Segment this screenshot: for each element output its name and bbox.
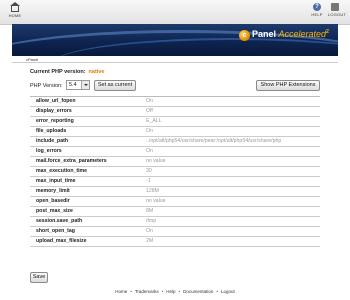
setting-row: display_errors Off xyxy=(30,106,320,117)
setting-row: mail.force_extra_parameters no value xyxy=(30,156,320,167)
save-button[interactable]: Save xyxy=(30,272,48,283)
logo-product: Accelerated xyxy=(278,29,327,39)
cpanel-logo-icon: c xyxy=(239,30,250,41)
setting-row: error_reporting E_ALL xyxy=(30,116,320,127)
setting-row: max_execution_time 30 xyxy=(30,166,320,177)
setting-value[interactable]: 30 xyxy=(146,166,320,177)
setting-value[interactable]: On xyxy=(146,96,320,107)
logout-icon xyxy=(331,3,339,11)
setting-name: memory_limit xyxy=(30,186,146,197)
help-button[interactable]: ? HELP xyxy=(310,3,324,17)
set-as-current-button[interactable]: Set as current xyxy=(94,80,136,91)
chevron-down-icon xyxy=(81,81,89,89)
home-icon xyxy=(10,2,20,12)
cpanel-logo-text: Panel Accelerated2 xyxy=(252,29,329,39)
setting-row: post_max_size 8M xyxy=(30,206,320,217)
php-version-select[interactable]: 5.4 xyxy=(66,80,90,90)
setting-name: post_max_size xyxy=(30,206,146,217)
footer-separator: • xyxy=(216,289,218,294)
footer-link-documentation[interactable]: Documentation xyxy=(183,289,213,294)
setting-row: session.save_path/tmp xyxy=(30,216,320,227)
setting-value[interactable]: no value xyxy=(146,196,320,207)
setting-name: session.save_path xyxy=(30,216,146,227)
footer-separator: • xyxy=(130,289,132,294)
setting-value[interactable]: E_ALL xyxy=(146,116,320,127)
setting-value[interactable]: ../opt/alt/php54/usr/share/pear:/opt/alt… xyxy=(146,136,320,147)
footer-separator: • xyxy=(178,289,181,294)
setting-value[interactable]: On xyxy=(146,146,320,157)
setting-name: max_execution_time xyxy=(30,166,146,177)
setting-name: file_uploads xyxy=(30,126,146,137)
footer-separator: • xyxy=(161,289,164,294)
setting-value[interactable]: /tmp xyxy=(146,216,320,227)
setting-row: file_uploads On xyxy=(30,126,320,137)
setting-row: short_open_tag On xyxy=(30,226,320,237)
top-toolbar: HOME ? HELP LOGOUT xyxy=(0,0,350,25)
logout-button[interactable]: LOGOUT xyxy=(328,3,347,17)
setting-row: log_errors On xyxy=(30,146,320,157)
footer-links: Home • Trademarks • Help • Documentation • Logou… xyxy=(12,289,338,294)
logo-version: 2 xyxy=(326,29,329,35)
setting-name: include_path xyxy=(30,136,146,147)
setting-value[interactable]: Off xyxy=(146,106,320,117)
help-label: HELP xyxy=(311,12,323,17)
header-banner: c Panel Accelerated2 xyxy=(12,24,338,56)
help-icon: ? xyxy=(313,3,321,11)
setting-name: error_reporting xyxy=(30,116,146,127)
setting-name: upload_max_filesize xyxy=(30,236,146,247)
php-version-selected: 5.4 xyxy=(69,82,77,88)
footer-link-home[interactable]: Home xyxy=(115,289,127,294)
setting-name: mail.force_extra_parameters xyxy=(30,156,146,167)
footer-link-logout[interactable]: Logout xyxy=(221,289,235,294)
setting-name: display_errors xyxy=(30,106,146,117)
setting-value[interactable]: no value xyxy=(146,156,320,167)
breadcrumb-link[interactable]: cPanel xyxy=(26,57,38,62)
show-php-extensions-button[interactable]: Show PHP Extensions xyxy=(256,80,320,91)
php-settings-table: allow_url_fopen On display_errors Off error_… xyxy=(30,96,320,247)
setting-name: allow_url_fopen xyxy=(30,96,146,107)
logo-brand: Panel xyxy=(252,29,277,39)
setting-value[interactable]: -1 xyxy=(146,176,320,187)
setting-value[interactable]: On xyxy=(146,226,320,237)
setting-name: short_open_tag xyxy=(30,226,146,237)
setting-value[interactable]: 2M xyxy=(146,236,320,247)
setting-name: log_errors xyxy=(30,146,146,157)
setting-value[interactable]: 8M xyxy=(146,206,320,217)
setting-name: max_input_time xyxy=(30,176,146,187)
home-label: HOME xyxy=(8,13,22,18)
setting-value[interactable]: 128M xyxy=(146,186,320,197)
footer-link-help[interactable]: Help xyxy=(166,289,175,294)
setting-name: open_basedir xyxy=(30,196,146,207)
current-php-version: Current PHP version: native xyxy=(30,69,104,75)
breadcrumb: cPanel xyxy=(12,56,338,63)
current-version-label: Current PHP version: xyxy=(30,69,86,75)
footer-link-trademarks[interactable]: Trademarks xyxy=(135,289,159,294)
setting-row: open_basedir no value xyxy=(30,196,320,207)
php-version-label: PHP Version: xyxy=(30,83,63,89)
setting-row: allow_url_fopen On xyxy=(30,96,320,107)
setting-row: memory_limit 128M xyxy=(30,186,320,197)
setting-row: max_input_time -1 xyxy=(30,176,320,187)
setting-row: upload_max_filesize 2M xyxy=(30,236,320,247)
setting-value[interactable]: On xyxy=(146,126,320,137)
setting-row: include_path ../opt/alt/php54/usr/share/p… xyxy=(30,136,320,147)
logout-label: LOGOUT xyxy=(328,12,347,17)
current-version-value: native xyxy=(88,69,105,75)
home-button[interactable]: HOME xyxy=(8,2,22,18)
